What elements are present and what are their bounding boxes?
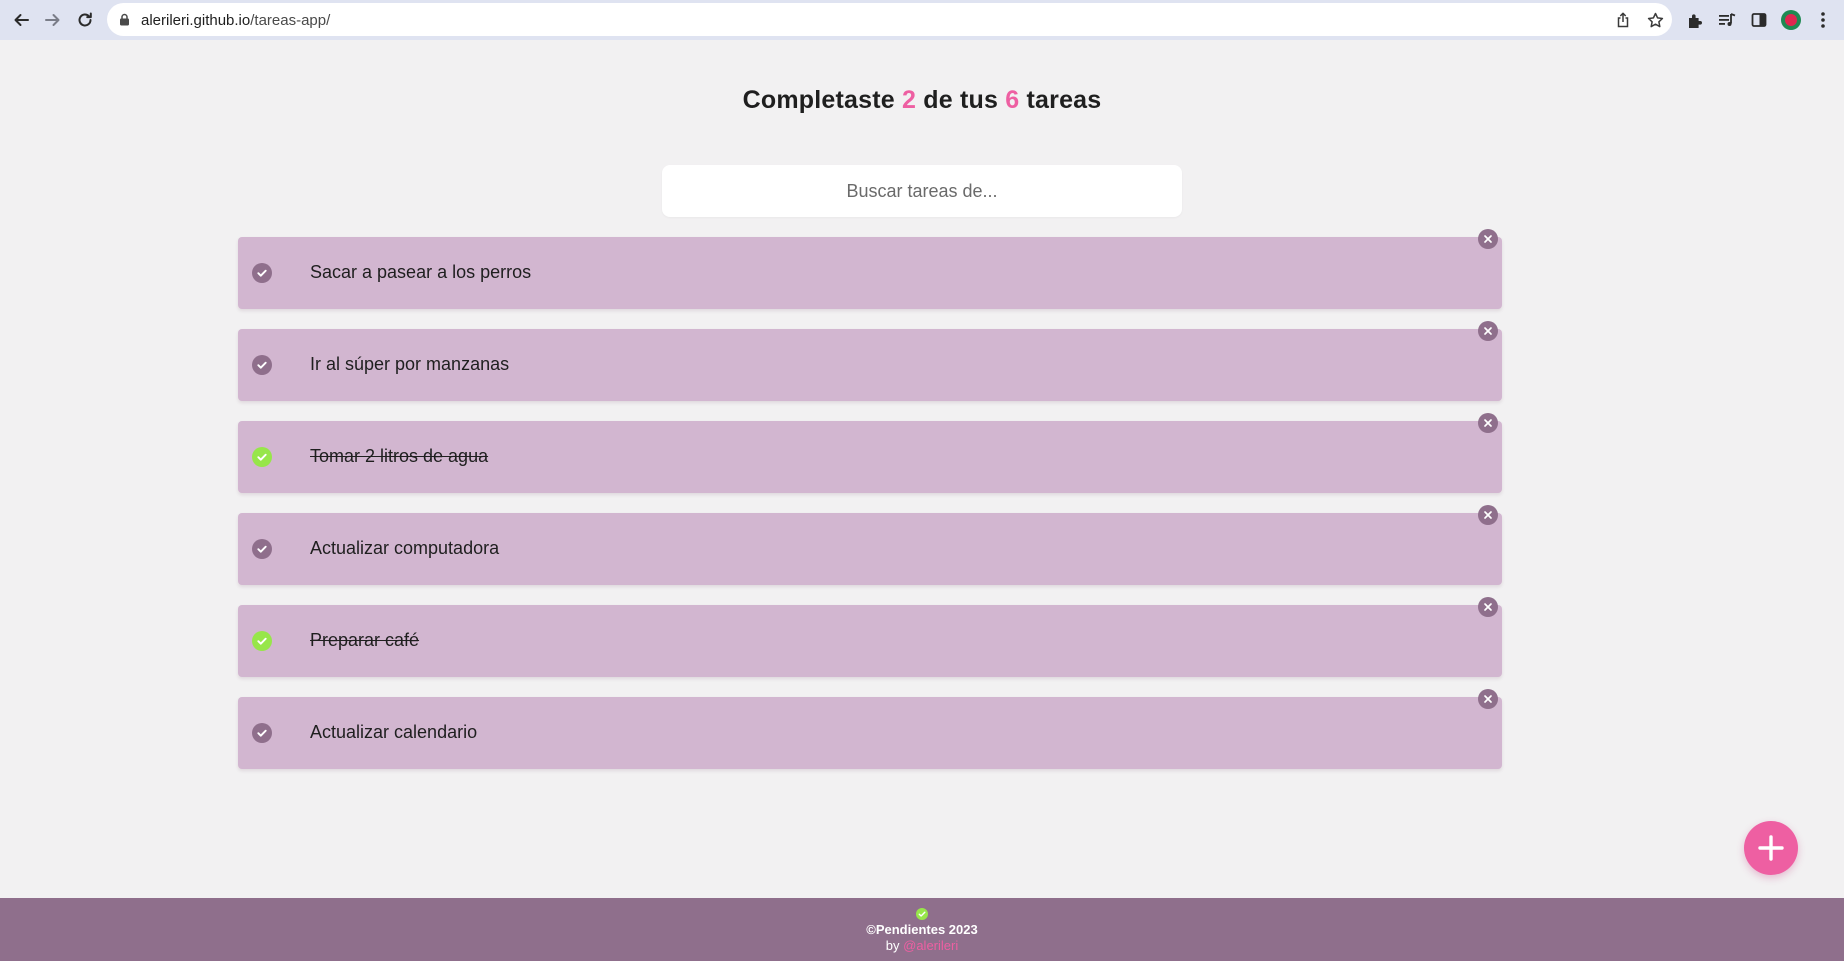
title-text-start: Completaste	[742, 86, 895, 114]
more-menu-icon[interactable]	[1812, 9, 1834, 31]
todo-item: Ir al súper por manzanas	[238, 321, 1502, 401]
url-path: /tareas-app/	[250, 12, 331, 29]
close-circle-icon[interactable]	[1478, 229, 1498, 249]
media-queue-icon[interactable]	[1716, 9, 1738, 31]
completed-count: 2	[902, 86, 917, 114]
todo-text: Ir al súper por manzanas	[310, 354, 510, 374]
check-circle-icon[interactable]	[252, 631, 272, 651]
extensions-puzzle-icon[interactable]	[1684, 9, 1706, 31]
close-circle-icon[interactable]	[1478, 505, 1498, 525]
page-footer: ©Pendientes 2023 by @alerileri	[0, 898, 1844, 961]
todo-item: Preparar café	[238, 597, 1502, 677]
todo-item: Sacar a pasear a los perros	[238, 229, 1502, 309]
url-text: alerileri.github.io/tareas-app/	[141, 12, 330, 29]
search-input[interactable]	[662, 165, 1182, 217]
side-panel-icon[interactable]	[1748, 9, 1770, 31]
todo-text: Actualizar computadora	[310, 538, 500, 558]
check-circle-icon[interactable]	[252, 263, 272, 283]
close-circle-icon[interactable]	[1478, 689, 1498, 709]
todo-item: Actualizar computadora	[238, 505, 1502, 585]
check-circle-icon[interactable]	[252, 447, 272, 467]
plus-icon	[1758, 835, 1784, 861]
close-circle-icon[interactable]	[1478, 413, 1498, 433]
todo-text: Tomar 2 litros de agua	[310, 446, 489, 466]
footer-brand: ©Pendientes 2023	[866, 922, 978, 937]
footer-credit: by @alerileri	[0, 938, 1844, 953]
add-todo-button[interactable]	[1744, 821, 1798, 875]
forward-arrow-icon[interactable]	[40, 7, 66, 33]
todo-counter-title: Completaste 2 de tus 6 tareas	[0, 86, 1844, 115]
browser-toolbar: alerileri.github.io/tareas-app/	[0, 0, 1844, 40]
total-count: 6	[1005, 86, 1020, 114]
todo-list: Sacar a pasear a los perros Ir al súper p…	[238, 229, 1502, 789]
title-text-end: tareas	[1026, 86, 1102, 114]
footer-by-label: by	[885, 938, 900, 953]
lock-icon	[119, 13, 130, 31]
check-circle-icon[interactable]	[252, 723, 272, 743]
close-circle-icon[interactable]	[1478, 597, 1498, 617]
todo-item: Tomar 2 litros de agua	[238, 413, 1502, 493]
share-icon[interactable]	[1613, 10, 1633, 30]
reload-icon[interactable]	[72, 7, 98, 33]
address-bar[interactable]: alerileri.github.io/tareas-app/	[107, 3, 1672, 36]
author-link[interactable]: @alerileri	[903, 938, 958, 953]
profile-avatar-icon[interactable]	[1780, 9, 1802, 31]
check-circle-icon[interactable]	[252, 355, 272, 375]
close-circle-icon[interactable]	[1478, 321, 1498, 341]
title-text-middle: de tus	[923, 86, 999, 114]
bookmark-star-icon[interactable]	[1645, 10, 1665, 30]
todo-text: Actualizar calendario	[310, 722, 478, 742]
todo-text: Sacar a pasear a los perros	[310, 262, 532, 282]
todo-item: Actualizar calendario	[238, 689, 1502, 769]
check-circle-icon	[916, 908, 928, 920]
back-arrow-icon[interactable]	[8, 7, 34, 33]
url-host: alerileri.github.io	[141, 12, 251, 29]
todo-text: Preparar café	[310, 630, 420, 650]
check-circle-icon[interactable]	[252, 539, 272, 559]
